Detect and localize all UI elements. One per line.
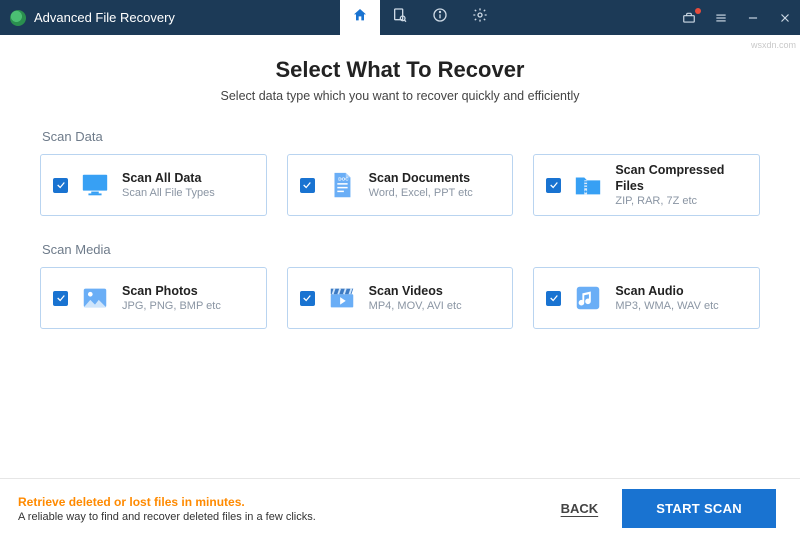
card-subtitle: Word, Excel, PPT etc [369,186,473,200]
audio-note-icon [573,283,603,313]
card-title: Scan Compressed Files [615,162,747,195]
gear-icon [472,7,488,28]
card-scan-all-data[interactable]: Scan All Data Scan All File Types [40,154,267,216]
zip-folder-icon [573,170,603,200]
page-subtitle: Select data type which you want to recov… [40,89,760,103]
tab-deep-scan[interactable] [380,0,420,35]
promo-title: Retrieve deleted or lost files in minute… [18,495,316,509]
card-title: Scan Videos [369,283,462,299]
start-scan-button[interactable]: START SCAN [622,489,776,528]
card-title: Scan All Data [122,170,215,186]
card-subtitle: JPG, PNG, BMP etc [122,299,221,313]
home-icon [352,7,368,28]
card-subtitle: Scan All File Types [122,186,215,200]
checkbox-photos[interactable] [53,291,68,306]
svg-text:DOC: DOC [338,176,349,181]
search-doc-icon [392,7,408,28]
minimize-icon[interactable] [744,9,762,27]
window-controls [680,0,794,35]
watermark: wsxdn.com [751,40,796,50]
checkbox-all-data[interactable] [53,178,68,193]
card-subtitle: MP3, WMA, WAV etc [615,299,718,313]
card-scan-documents[interactable]: DOC Scan Documents Word, Excel, PPT etc [287,154,514,216]
checkbox-compressed[interactable] [546,178,561,193]
footer-actions: BACK START SCAN [561,489,776,528]
close-icon[interactable] [776,9,794,27]
card-subtitle: MP4, MOV, AVI etc [369,299,462,313]
toolbox-icon[interactable] [680,9,698,27]
checkbox-documents[interactable] [300,178,315,193]
card-title: Scan Audio [615,283,718,299]
card-subtitle: ZIP, RAR, 7Z etc [615,194,747,208]
footer: Retrieve deleted or lost files in minute… [0,478,800,538]
card-scan-videos[interactable]: Scan Videos MP4, MOV, AVI etc [287,267,514,329]
row-scan-data: Scan All Data Scan All File Types DOC Sc… [40,154,760,216]
titlebar: Advanced File Recovery [0,0,800,35]
row-scan-media: Scan Photos JPG, PNG, BMP etc Scan Video… [40,267,760,329]
tab-home[interactable] [340,0,380,35]
video-clapper-icon [327,283,357,313]
info-icon [432,7,448,28]
app-title: Advanced File Recovery [34,10,175,25]
footer-promo: Retrieve deleted or lost files in minute… [18,495,316,523]
promo-subtitle: A reliable way to find and recover delet… [18,511,316,523]
card-scan-audio[interactable]: Scan Audio MP3, WMA, WAV etc [533,267,760,329]
card-scan-photos[interactable]: Scan Photos JPG, PNG, BMP etc [40,267,267,329]
document-icon: DOC [327,170,357,200]
checkbox-audio[interactable] [546,291,561,306]
card-title: Scan Documents [369,170,473,186]
checkbox-videos[interactable] [300,291,315,306]
page-title: Select What To Recover [40,57,760,83]
main-content: Select What To Recover Select data type … [0,35,800,329]
back-button[interactable]: BACK [561,501,599,516]
photo-icon [80,283,110,313]
app-logo-icon [10,10,26,26]
card-scan-compressed[interactable]: Scan Compressed Files ZIP, RAR, 7Z etc [533,154,760,216]
page-heading: Select What To Recover Select data type … [40,57,760,103]
section-scan-data-label: Scan Data [42,129,760,144]
tab-info[interactable] [420,0,460,35]
card-title: Scan Photos [122,283,221,299]
menu-icon[interactable] [712,9,730,27]
monitor-icon [80,170,110,200]
section-scan-media-label: Scan Media [42,242,760,257]
nav-tabs [340,0,500,35]
tab-settings[interactable] [460,0,500,35]
